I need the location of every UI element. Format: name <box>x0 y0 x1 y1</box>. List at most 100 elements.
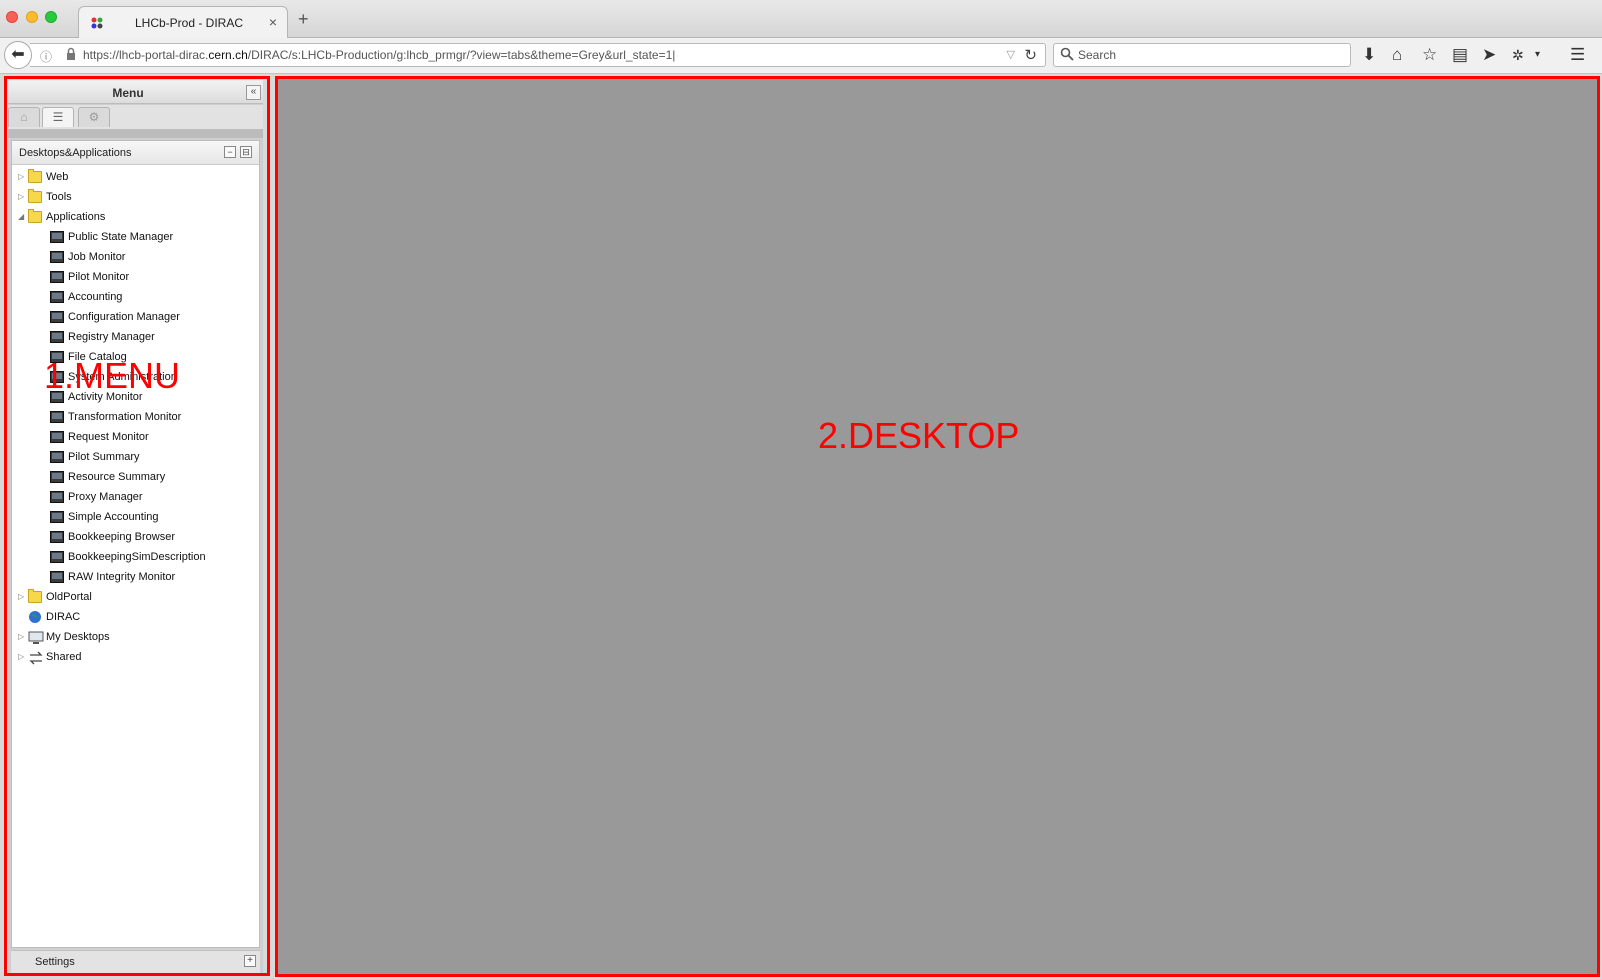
expand-all-button[interactable]: ⊟ <box>240 146 252 158</box>
tree-item[interactable]: ▷ My Desktops <box>18 628 254 646</box>
collapsed-arrow-icon[interactable]: ▷ <box>18 628 26 646</box>
tab-home[interactable]: ⌂ <box>8 107 40 127</box>
tree-item[interactable]: Accounting <box>50 288 254 306</box>
tree-item[interactable]: Proxy Manager <box>50 488 254 506</box>
search-placeholder: Search <box>1078 48 1117 62</box>
menu-tabs: ⌂ ☰ ⚙ <box>8 105 263 129</box>
collapse-menu-button[interactable]: « <box>246 85 261 100</box>
home-icon: ⌂ <box>20 110 28 124</box>
tree-item[interactable]: BookkeepingSimDescription <box>50 548 254 566</box>
collapsed-arrow-icon[interactable]: ▷ <box>18 588 26 606</box>
navigation-bar: ⓘ https://lhcb-portal-dirac.cern.ch/DIRA… <box>0 38 1602 74</box>
application-icon <box>50 511 64 523</box>
tree-item[interactable]: Pilot Monitor <box>50 268 254 286</box>
folder-icon <box>28 189 42 203</box>
globe-icon <box>28 610 42 623</box>
search-input[interactable]: Search <box>1053 43 1351 67</box>
collapse-all-button[interactable]: − <box>224 146 236 158</box>
new-tab-button[interactable]: + <box>298 10 309 28</box>
application-icon <box>50 231 64 243</box>
download-icon[interactable]: ⬇ <box>1362 45 1376 65</box>
tree-item[interactable]: Resource Summary <box>50 468 254 486</box>
desktop-annotation-label: 2.DESKTOP <box>818 415 1020 456</box>
application-icon <box>50 551 64 563</box>
identity-icon[interactable]: ⓘ <box>40 48 52 65</box>
collapsed-arrow-icon[interactable]: ▷ <box>18 648 26 666</box>
application-icon <box>50 571 64 583</box>
shared-arrows-icon <box>28 651 43 665</box>
tree-item-label: Pilot Monitor <box>68 271 130 283</box>
extension-icon[interactable]: ✲ <box>1512 45 1524 65</box>
application-icon <box>50 471 64 483</box>
menu-title: Menu <box>112 86 144 100</box>
tree-item[interactable]: Request Monitor <box>50 428 254 446</box>
tree-item[interactable]: Registry Manager <box>50 328 254 346</box>
desktops-applications-tree: Desktops&Applications − ⊟ ▷ Web ▷ Tools ◢ App… <box>11 140 260 948</box>
application-icon <box>50 491 64 503</box>
reload-icon[interactable]: ↻ <box>1024 46 1037 64</box>
folder-icon <box>28 169 42 183</box>
tree-item-label: Bookkeeping Browser <box>68 531 176 543</box>
tab-applications[interactable]: ☰ <box>42 107 74 127</box>
back-button[interactable]: ⬅ <box>4 41 32 69</box>
tree-item[interactable]: ▷ Web <box>18 168 254 186</box>
url-suffix: /DIRAC/s:LHCb-Production/g:lhcb_prmgr/?v… <box>247 48 676 62</box>
tree-item-label: My Desktops <box>46 631 110 643</box>
window-titlebar: LHCb-Prod - DIRAC × + <box>0 0 1602 39</box>
tree-item-label: Transformation Monitor <box>68 411 182 423</box>
window-minimize-button[interactable] <box>26 11 38 23</box>
tab-close-icon[interactable]: × <box>269 14 277 30</box>
tree-item-label: Web <box>46 171 69 183</box>
application-icon <box>50 451 64 463</box>
hamburger-menu-icon[interactable]: ☰ <box>1570 45 1585 65</box>
application-icon <box>50 411 64 423</box>
expanded-arrow-icon[interactable]: ◢ <box>18 208 26 226</box>
application-icon <box>50 311 64 323</box>
lock-icon <box>67 47 75 60</box>
tree-item[interactable]: ▷ OldPortal <box>18 588 254 606</box>
tree-item-label: Applications <box>46 211 106 223</box>
tree-item-label: RAW Integrity Monitor <box>68 571 176 583</box>
tree-item-label: Registry Manager <box>68 331 155 343</box>
reading-list-icon[interactable]: ▤ <box>1452 45 1468 65</box>
tree-item[interactable]: ▷ Tools <box>18 188 254 206</box>
tree-item[interactable]: Bookkeeping Browser <box>50 528 254 546</box>
menu-annotation-label: 1.MENU <box>44 355 181 396</box>
tree-item[interactable]: ▷ Shared <box>18 648 254 666</box>
tree-item[interactable]: Simple Accounting <box>50 508 254 526</box>
tree-item[interactable]: Transformation Monitor <box>50 408 254 426</box>
tree-item-label: OldPortal <box>46 591 92 603</box>
desktop-area[interactable] <box>278 78 1598 974</box>
collapsed-arrow-icon[interactable]: ▷ <box>18 168 26 186</box>
window-zoom-button[interactable] <box>45 11 57 23</box>
window-close-button[interactable] <box>6 11 18 23</box>
menu-header: Menu « <box>8 80 263 104</box>
tree-item-label: Configuration Manager <box>68 311 180 323</box>
tree-item-label: Resource Summary <box>68 471 166 483</box>
extension-dropdown-icon[interactable]: ▾ <box>1535 45 1540 65</box>
tab-settings[interactable]: ⚙ <box>78 107 110 127</box>
browser-tab[interactable]: LHCb-Prod - DIRAC × <box>78 6 288 39</box>
tree-item[interactable]: Pilot Summary <box>50 448 254 466</box>
tree-item[interactable]: Configuration Manager <box>50 308 254 326</box>
tree-item[interactable]: DIRAC <box>18 608 254 626</box>
dirac-favicon-icon <box>91 17 103 29</box>
home-icon[interactable]: ⌂ <box>1392 45 1402 65</box>
expand-settings-button[interactable]: + <box>244 955 256 967</box>
url-text[interactable]: https://lhcb-portal-dirac.cern.ch/DIRAC/… <box>83 48 675 62</box>
tree-item[interactable]: Job Monitor <box>50 248 254 266</box>
url-dropdown-icon[interactable]: ▽ <box>1007 48 1015 61</box>
settings-bar[interactable]: Settings + <box>11 950 260 973</box>
bookmark-star-icon[interactable]: ☆ <box>1422 45 1437 65</box>
tree-header: Desktops&Applications − ⊟ <box>12 141 259 165</box>
tree-item[interactable]: ◢ Applications <box>18 208 254 226</box>
tree-item-label: Accounting <box>68 291 123 303</box>
tree-item-label: Public State Manager <box>68 231 174 243</box>
tree-item-label: Pilot Summary <box>68 451 140 463</box>
search-icon <box>1060 47 1074 61</box>
tree-item[interactable]: Public State Manager <box>50 228 254 246</box>
url-bar[interactable]: ⓘ https://lhcb-portal-dirac.cern.ch/DIRA… <box>30 43 1046 67</box>
collapsed-arrow-icon[interactable]: ▷ <box>18 188 26 206</box>
tree-item[interactable]: RAW Integrity Monitor <box>50 568 254 586</box>
send-icon[interactable]: ➤ <box>1482 45 1496 65</box>
